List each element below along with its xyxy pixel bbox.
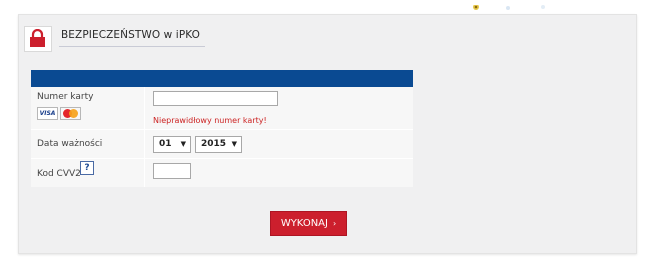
card-number-row: Numer karty VISA Nieprawidłowy numer kar… [31, 87, 413, 130]
expiry-year-select[interactable]: 2015 ▼ [195, 136, 242, 153]
expiry-month-value: 01 [159, 139, 172, 149]
cvv-label: Kod CVV2 [37, 169, 81, 179]
expiry-month-select[interactable]: 01 ▼ [153, 136, 191, 153]
submit-button[interactable]: WYKONAJ › [270, 211, 347, 236]
expiry-year-value: 2015 [201, 139, 227, 149]
card-number-label-cell: Numer karty VISA [31, 87, 145, 129]
form-header-bar [31, 70, 413, 87]
card-brand-icons: VISA [37, 107, 81, 126]
help-icon[interactable]: ? [80, 161, 94, 175]
expiry-label: Data ważności [37, 139, 103, 149]
cvv-label-cell: Kod CVV2 ? [31, 159, 145, 187]
card-number-error: Nieprawidłowy numer karty! [153, 116, 267, 125]
section-title: BEZPIECZEŃSTWO w iPKO [61, 29, 201, 41]
expiry-label-cell: Data ważności [31, 130, 145, 158]
mastercard-icon [60, 107, 81, 120]
security-panel: BEZPIECZEŃSTWO w iPKO Numer karty VISA N… [18, 14, 637, 254]
card-form: Numer karty VISA Nieprawidłowy numer kar… [31, 70, 413, 187]
chevron-right-icon: › [332, 219, 337, 228]
card-number-label: Numer karty [37, 92, 94, 102]
card-number-input[interactable] [153, 91, 278, 106]
section-title-underline [59, 46, 205, 47]
submit-button-label: WYKONAJ [280, 218, 328, 229]
chevron-down-icon: ▼ [180, 140, 186, 148]
lock-icon [30, 29, 45, 47]
lock-badge [24, 26, 52, 52]
expiry-row: Data ważności 01 ▼ 2015 ▼ [31, 130, 413, 159]
cvv-row: Kod CVV2 ? [31, 159, 413, 187]
visa-icon: VISA [37, 107, 58, 120]
chevron-down-icon: ▼ [231, 140, 237, 148]
cvv-input[interactable] [153, 163, 191, 179]
